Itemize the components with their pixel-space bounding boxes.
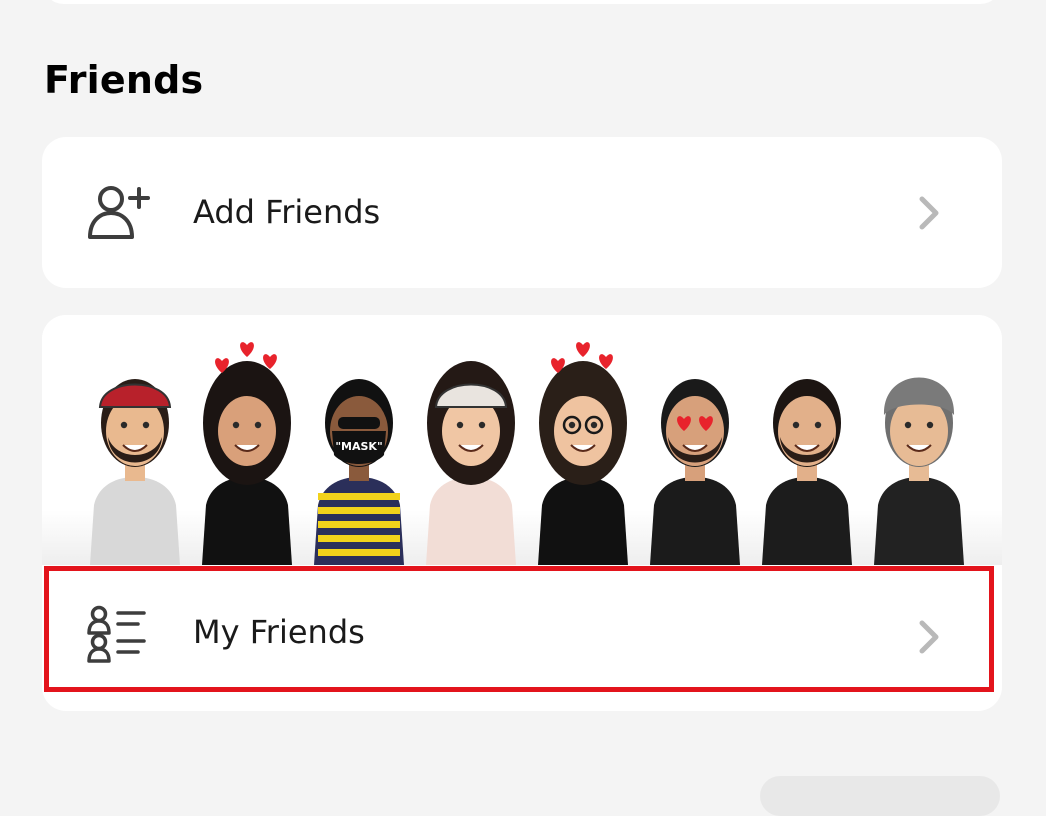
avatar-floral-shirt bbox=[762, 379, 852, 565]
add-friends-label: Add Friends bbox=[193, 193, 381, 231]
previous-card-edge bbox=[42, 0, 1002, 4]
avatar-mask: "MASK" bbox=[314, 379, 404, 565]
my-friends-label: My Friends bbox=[193, 613, 365, 651]
chevron-right-icon bbox=[919, 620, 939, 654]
my-friends-row[interactable]: My Friends bbox=[42, 565, 1002, 711]
avatar-heart-crown bbox=[202, 342, 292, 565]
friends-list-icon bbox=[87, 605, 146, 663]
add-person-icon bbox=[88, 186, 150, 239]
avatar-turban bbox=[874, 377, 964, 565]
avatar-heart-eyes bbox=[650, 379, 740, 565]
bitmoji-strip: "MASK" bbox=[42, 315, 1002, 565]
avatar-glasses bbox=[538, 342, 628, 565]
section-title: Friends bbox=[44, 58, 204, 102]
my-friends-card[interactable]: "MASK" My Friends bbox=[42, 315, 1002, 711]
avatar-white-cap bbox=[426, 361, 516, 565]
mask-text: "MASK" bbox=[335, 440, 382, 453]
chevron-right-icon bbox=[919, 196, 939, 230]
next-card-edge bbox=[760, 776, 1000, 816]
avatar-red-cap bbox=[90, 379, 180, 565]
add-friends-card[interactable]: Add Friends bbox=[42, 137, 1002, 288]
